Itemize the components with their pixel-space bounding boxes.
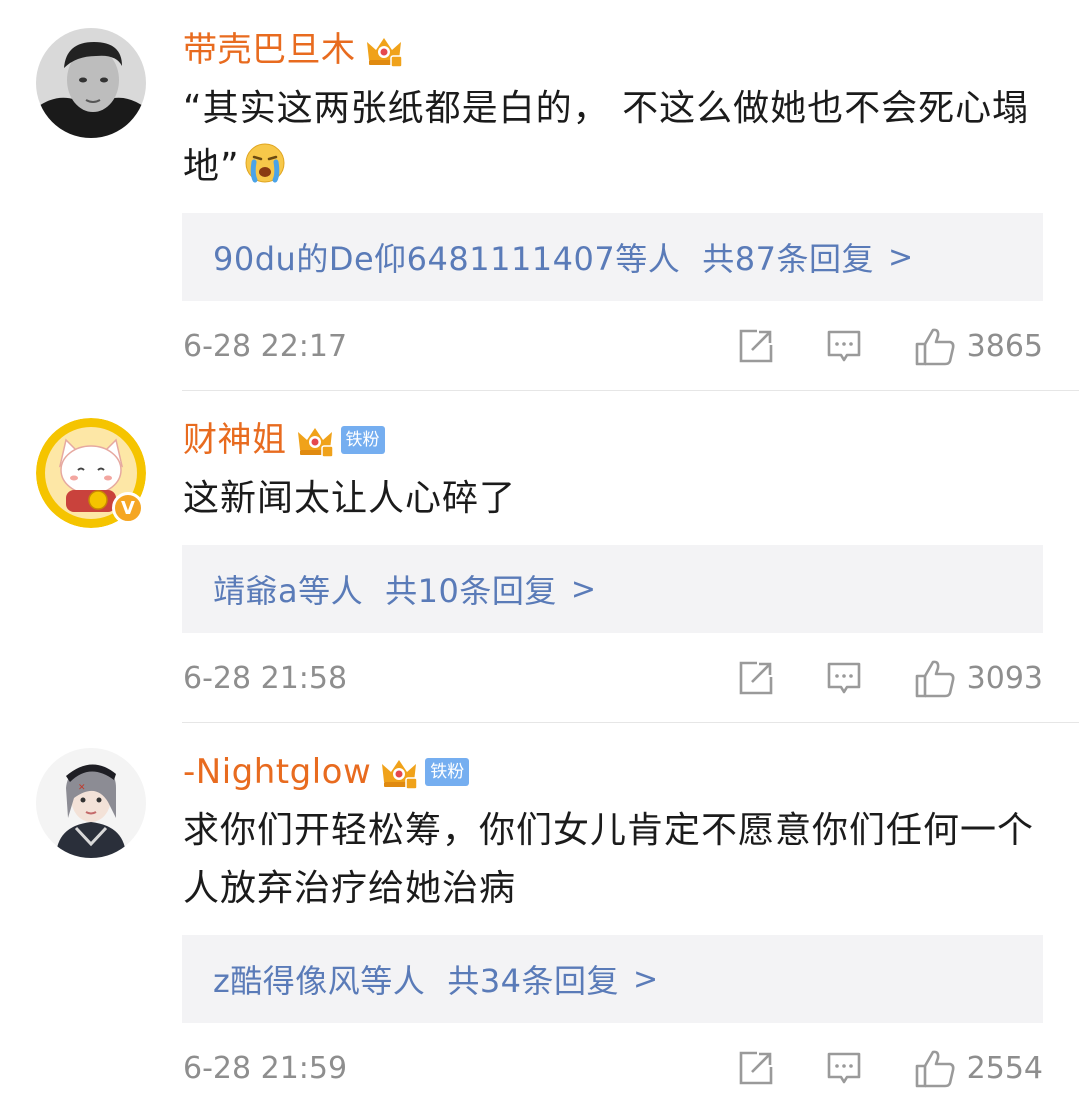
reply-summary-link[interactable]: 90du的De仰6481111407等人 共87条回复 > (182, 213, 1043, 301)
fan-badge: 铁粉 (425, 758, 470, 786)
thumbs-up-icon[interactable] (913, 324, 957, 368)
comment-item: V 财神姐 铁粉 这新闻太让人心碎了 靖爺a等人 共10条回复 > 6-28 2… (0, 390, 1079, 722)
avatar[interactable]: ✕ (36, 748, 146, 858)
reply-summary-link[interactable]: 靖爺a等人 共10条回复 > (182, 545, 1043, 633)
reply-users: z酷得像风等人 (213, 962, 426, 1000)
svg-text:✕: ✕ (78, 783, 86, 793)
like-count: 2554 (966, 1050, 1043, 1086)
chevron-right-icon: > (570, 571, 597, 607)
share-icon[interactable] (737, 327, 775, 365)
comment-meta: 6-28 21:59 2554 (183, 1046, 1043, 1090)
like-count: 3093 (966, 660, 1043, 696)
comment-text: 求你们开轻松筹，你们女儿肯定不愿意你们任何一个人放弃治疗给她治病 (183, 810, 1035, 909)
reply-total: 共34条回复 (447, 962, 620, 1000)
username[interactable]: 带壳巴旦木 (183, 28, 356, 72)
timestamp: 6-28 22:17 (183, 328, 348, 364)
reply-users: 90du的De仰6481111407等人 (213, 240, 681, 278)
crying-emoji-icon (244, 142, 286, 184)
reply-summary-link[interactable]: z酷得像风等人 共34条回复 > (182, 935, 1043, 1023)
action-bar: 3093 (737, 656, 1043, 700)
username[interactable]: -Nightglow (183, 750, 371, 794)
comment-meta: 6-28 22:17 3865 (183, 324, 1043, 368)
fan-badge: 铁粉 (340, 426, 385, 454)
comment-item: ✕ -Nightglow 铁粉 求你们开轻松筹，你们女儿肯定不愿意你们任何一个人… (0, 722, 1079, 1105)
comment-item: 带壳巴旦木 “其实这两张纸都是白的， 不这么做她也不会死心塌地” 90du的De… (0, 0, 1079, 390)
vip-crown-icon (364, 30, 404, 70)
comment-icon[interactable] (825, 327, 863, 365)
vip-crown-icon (379, 752, 419, 792)
comment-text: “其实这两张纸都是白的， 不这么做她也不会死心塌地” (183, 88, 1030, 187)
timestamp: 6-28 21:59 (183, 1050, 348, 1086)
username[interactable]: 财神姐 (183, 418, 287, 462)
like-count: 3865 (966, 328, 1043, 364)
share-icon[interactable] (737, 659, 775, 697)
action-bar: 2554 (737, 1046, 1043, 1090)
chevron-right-icon: > (887, 239, 914, 275)
verified-badge-icon: V (112, 492, 144, 524)
chevron-right-icon: > (633, 961, 659, 997)
thumbs-up-icon[interactable] (913, 656, 957, 700)
user-line: -Nightglow 铁粉 (183, 750, 470, 794)
vip-crown-icon (295, 420, 335, 460)
avatar[interactable] (36, 28, 146, 138)
reply-total: 共87条回复 (702, 240, 874, 278)
user-line: 财神姐 铁粉 (183, 418, 385, 462)
thumbs-up-icon[interactable] (913, 1046, 957, 1090)
reply-users: 靖爺a等人 (213, 572, 364, 610)
comment-icon[interactable] (825, 659, 863, 697)
reply-total: 共10条回复 (385, 572, 557, 610)
comment-icon[interactable] (825, 1049, 863, 1087)
action-bar: 3865 (737, 324, 1043, 368)
comment-meta: 6-28 21:58 3093 (183, 656, 1043, 700)
timestamp: 6-28 21:58 (183, 660, 348, 696)
share-icon[interactable] (737, 1049, 775, 1087)
comment-text: 这新闻太让人心碎了 (183, 478, 517, 519)
user-line: 带壳巴旦木 (183, 28, 404, 72)
